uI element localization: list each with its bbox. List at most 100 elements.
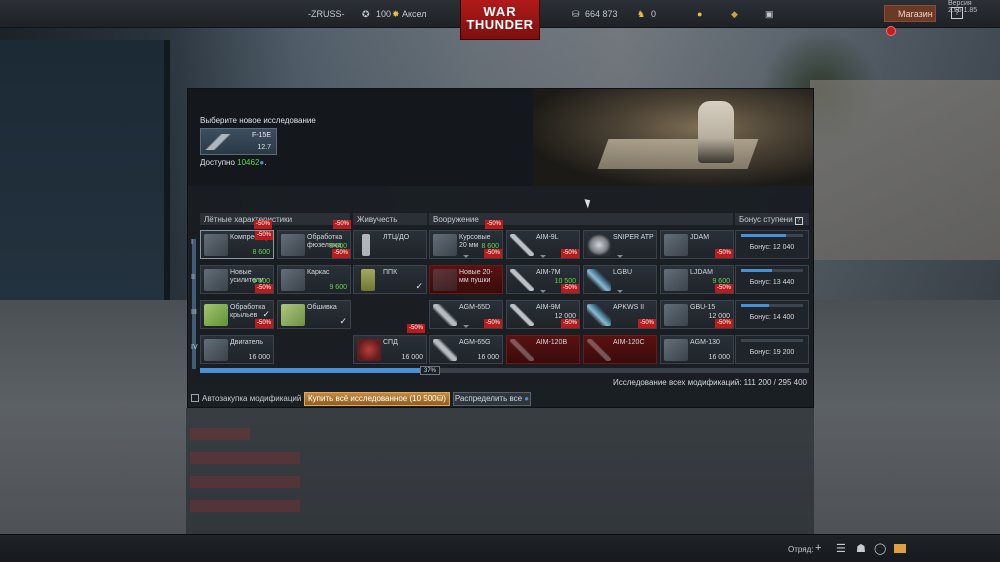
module-name: JDAM (690, 234, 710, 241)
module-ljdam[interactable]: LJDAM 9 600 -50% (660, 265, 734, 294)
module-name: ППК (383, 269, 398, 276)
col-header-armament: Вооружение (429, 213, 733, 225)
mail-icon[interactable] (894, 544, 906, 553)
war-thunder-logo[interactable]: WAR THUNDER (460, 0, 540, 40)
module-aim7m[interactable]: AIM-7M 10 500 -50% (506, 265, 580, 294)
discount-badge: -50% (714, 249, 733, 258)
check-icon: ✓ (415, 281, 423, 291)
module-agm65g[interactable]: AGM-65G 16 000 (429, 335, 503, 364)
gold-balance[interactable]: 0 (651, 9, 656, 19)
silver-lions-icon: ⛁ (572, 9, 580, 19)
rocket-icon (587, 304, 611, 326)
chat-icon[interactable]: ◯ (874, 542, 886, 555)
module-new20[interactable]: Новые 20-мм пушки (429, 265, 503, 294)
missile-icon (510, 234, 534, 256)
module-gbu15[interactable]: GBU-15 12 000 -50% (660, 300, 734, 329)
col-header-survivability: Живучесть (353, 213, 427, 225)
module-name: Новые 20-мм пушки (459, 269, 493, 284)
chevron-down-icon (463, 325, 469, 328)
module-course20[interactable]: Курсовые 20 мм 8 600 -50% (429, 230, 503, 259)
module-engine[interactable]: Двигатель 16 000 (200, 335, 274, 364)
logo-line1: WAR (483, 4, 517, 19)
bomb-icon (664, 234, 688, 256)
module-cost: 9 600 (329, 284, 347, 291)
missile-icon (510, 269, 534, 291)
col-header-bonus: Бонус ступени? (735, 213, 809, 225)
module-name: AIM-7M (536, 269, 561, 276)
distribute-label: Распределить все (454, 394, 523, 403)
research-progress-bar: 37% (200, 366, 809, 375)
bomb-icon (664, 304, 688, 326)
tier-bonus-2: Бонус: 13 440 (735, 265, 809, 294)
module-frame[interactable]: Каркас 9 600 (277, 265, 351, 294)
tier-label: IV (191, 344, 198, 351)
autobuy-checkbox[interactable] (191, 394, 199, 402)
premium-icon[interactable]: ◆ (731, 9, 738, 20)
silver-balance[interactable]: 664 873 (585, 9, 618, 19)
module-agm65d[interactable]: AGM-65D -50% (429, 300, 503, 329)
col-header-flight: Лётные характеристики (200, 213, 350, 225)
ghost-row (190, 476, 300, 488)
module-name: ЛТЦ/ДО (383, 234, 410, 241)
shop-button[interactable]: Магазин (884, 5, 936, 22)
contacts-icon[interactable]: ☗ (856, 542, 866, 555)
tier-bonus-3: Бонус: 14 400 (735, 300, 809, 329)
module-name: Двигатель (230, 339, 264, 346)
engineer-art (698, 101, 734, 163)
module-ltc[interactable]: ЛТЦ/ДО (353, 230, 427, 259)
discount-badge: -50% (331, 249, 350, 258)
module-name: AIM-9M (536, 304, 561, 311)
module-aim9m[interactable]: AIM-9M 12 000 -50% (506, 300, 580, 329)
missile-icon (510, 304, 534, 326)
add-squad-icon[interactable]: + (815, 542, 821, 554)
autobuy-label[interactable]: Автозакупка модификаций (202, 394, 301, 403)
bonus-text: Бонус: 13 440 (749, 279, 795, 286)
discount-badge: -50% (254, 231, 273, 240)
discount-badge: -50% (407, 324, 426, 333)
star-icon: ✸ (392, 9, 400, 19)
module-boosters[interactable]: Новые усилители 9 600 -50% (200, 265, 274, 294)
module-lgbu[interactable]: LGBU (583, 265, 657, 294)
module-jdam[interactable]: JDAM -50% (660, 230, 734, 259)
list-icon[interactable]: ☰ (836, 542, 846, 555)
module-spd[interactable]: СПД 16 000 (353, 335, 427, 364)
module-aim120c[interactable]: AIM-120C (583, 335, 657, 364)
frame-icon (281, 269, 305, 291)
engine-icon (204, 339, 228, 361)
chevron-down-icon (617, 255, 623, 258)
discount-badge: -50% (637, 319, 656, 328)
module-wings[interactable]: Обработка крыльев ✓ -50% (200, 300, 274, 329)
booster-icon (204, 269, 228, 291)
bomb-icon (664, 269, 688, 291)
module-ppk[interactable]: ППК ✓ (353, 265, 427, 294)
targeting-pod-icon (587, 234, 611, 256)
player-name[interactable]: -ZRUSS- (308, 9, 345, 19)
map-table-art (597, 139, 759, 169)
ghost-row (190, 500, 300, 512)
distribute-all-button[interactable]: Распределить все ● (453, 392, 531, 406)
tier-label: II (191, 274, 195, 281)
rp-icon: ● (522, 394, 530, 403)
notification-badge-icon[interactable] (886, 26, 896, 36)
module-sniper[interactable]: SNIPER ATP (583, 230, 657, 259)
module-agm130[interactable]: AGM-130 16 000 (660, 335, 734, 364)
missile-icon (587, 339, 611, 361)
chevron-down-icon (540, 255, 546, 258)
bonus-progress-fill (741, 269, 772, 272)
lightbulb-icon[interactable]: ● (697, 9, 702, 19)
module-skin[interactable]: Обшивка ✓ (277, 300, 351, 329)
module-name: AIM-120C (613, 339, 645, 346)
tier-bonus-4: Бонус: 19 200 (735, 335, 809, 364)
module-apkws[interactable]: APKWS II -50% (583, 300, 657, 329)
coupon-icon[interactable]: ▣ (765, 9, 774, 20)
vehicle-card[interactable]: F-15E 12.7 (200, 128, 277, 155)
bonus-help-icon[interactable]: ? (794, 217, 803, 225)
buy-all-researched-button[interactable]: Купить всё исследованное (10 500⛁) (304, 392, 450, 406)
module-aim9l[interactable]: AIM-9L -50% (506, 230, 580, 259)
module-aim120b[interactable]: AIM-120B (506, 335, 580, 364)
golden-eagles-icon: ♞ (637, 9, 646, 19)
module-cost: 16 000 (708, 354, 730, 361)
modal-footer: Автозакупка модификаций Купить всё иссле… (188, 391, 813, 407)
module-fuselage[interactable]: Обработка фюзеляжа 8 600 -50% (277, 230, 351, 259)
module-compressor[interactable]: Компрессор 8 600 -50% (200, 230, 274, 259)
